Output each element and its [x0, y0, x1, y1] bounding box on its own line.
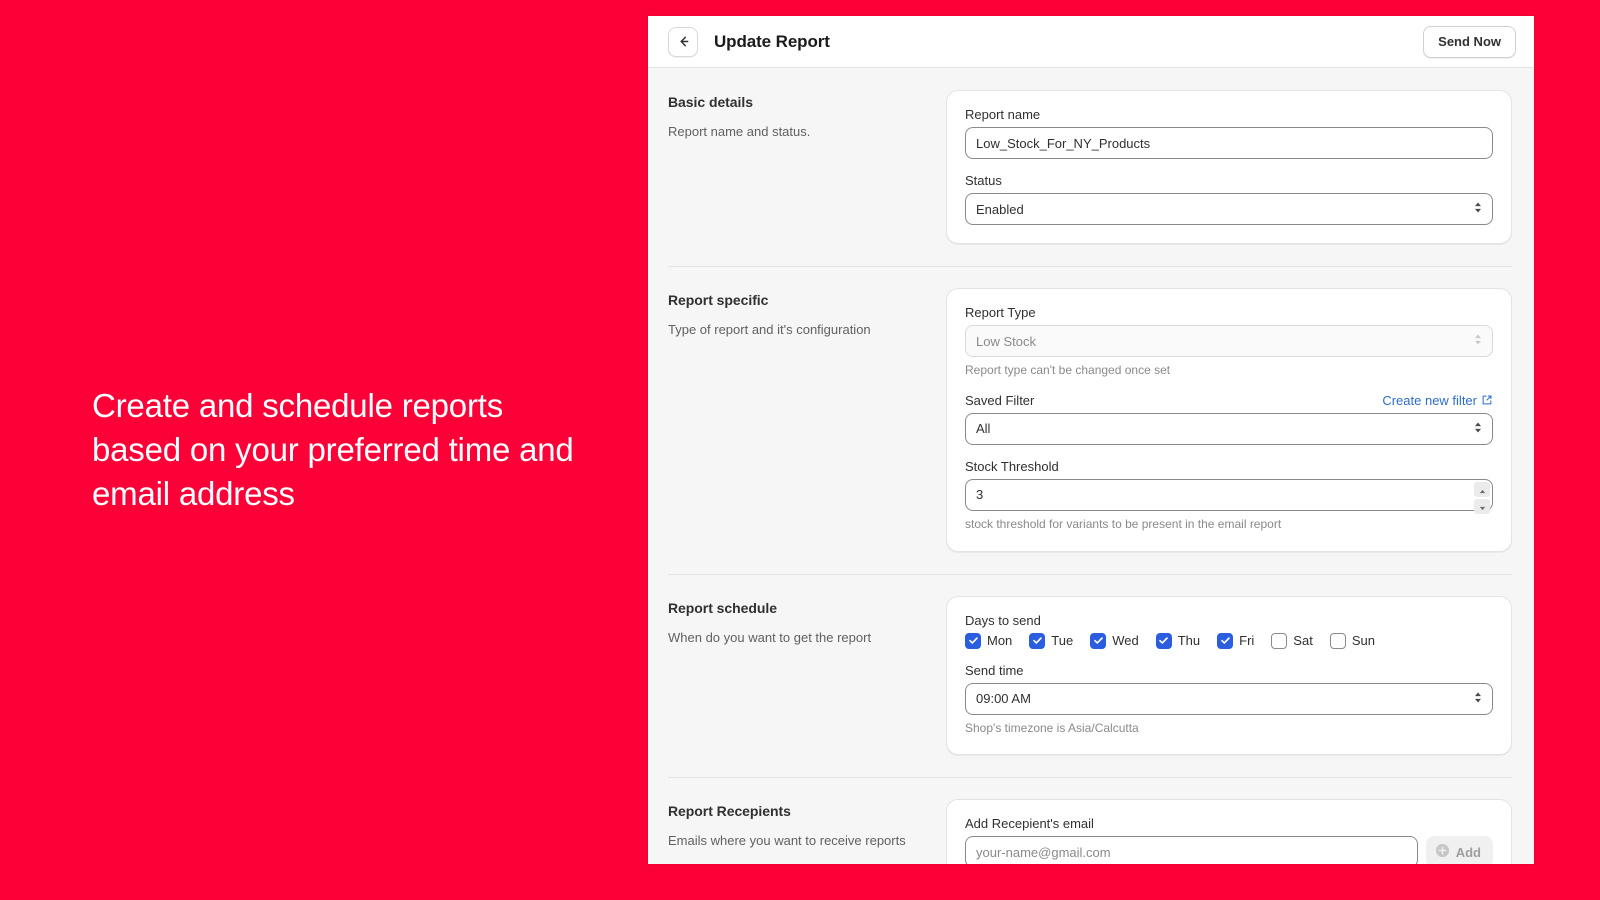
- day-checkbox-sat[interactable]: Sat: [1271, 633, 1313, 649]
- section-report-schedule: Report schedule When do you want to get …: [648, 574, 1534, 778]
- report-name-label: Report name: [965, 107, 1493, 122]
- section-report-specific-card: Report Type Low Stock Report type can't …: [946, 288, 1512, 552]
- caret-up-icon: [1479, 482, 1486, 497]
- recipient-email-row: Add: [965, 836, 1493, 864]
- field-recipient-email: Add Recepient's email Add: [965, 816, 1493, 864]
- app-topbar: Update Report Send Now: [648, 16, 1534, 68]
- arrow-left-icon: [676, 34, 691, 49]
- status-select[interactable]: Enabled: [965, 193, 1493, 225]
- day-label: Thu: [1178, 633, 1200, 648]
- section-report-schedule-card: Days to send Mon Tue: [946, 596, 1512, 756]
- external-link-icon: [1481, 394, 1493, 406]
- report-type-select-value: Low Stock: [976, 334, 1464, 349]
- day-checkbox-wed[interactable]: Wed: [1090, 633, 1139, 649]
- field-report-type: Report Type Low Stock Report type can't …: [965, 305, 1493, 379]
- add-recipient-button[interactable]: Add: [1426, 836, 1493, 864]
- day-label: Fri: [1239, 633, 1254, 648]
- field-report-name: Report name: [965, 107, 1493, 159]
- days-to-send-label: Days to send: [965, 613, 1493, 628]
- checkbox-box: [965, 633, 981, 649]
- day-checkbox-fri[interactable]: Fri: [1217, 633, 1254, 649]
- section-report-specific: Report specific Type of report and it's …: [648, 266, 1534, 574]
- checkbox-box: [1271, 633, 1287, 649]
- section-basic-details: Basic details Report name and status. Re…: [648, 68, 1534, 266]
- send-time-select-value: 09:00 AM: [976, 691, 1464, 706]
- send-time-label: Send time: [965, 663, 1493, 678]
- promo-headline: Create and schedule reports based on you…: [0, 384, 660, 516]
- stepper-increment-button[interactable]: [1474, 482, 1490, 497]
- section-report-recipients-card: Add Recepient's email Add: [946, 799, 1512, 864]
- report-name-input[interactable]: [965, 127, 1493, 159]
- day-label: Sun: [1352, 633, 1375, 648]
- section-description: Emails where you want to receive reports: [668, 832, 946, 851]
- checkbox-box: [1090, 633, 1106, 649]
- day-label: Wed: [1112, 633, 1139, 648]
- field-days-to-send: Days to send Mon Tue: [965, 613, 1493, 649]
- section-report-recipients-header: Report Recepients Emails where you want …: [668, 799, 946, 851]
- chevron-updown-icon: [1473, 333, 1483, 350]
- chevron-updown-icon: [1473, 201, 1483, 218]
- back-button[interactable]: [668, 27, 698, 57]
- caret-down-icon: [1479, 499, 1486, 514]
- section-basic-details-header: Basic details Report name and status.: [668, 90, 946, 142]
- stock-threshold-helper: stock threshold for variants to be prese…: [965, 516, 1493, 533]
- status-select-value: Enabled: [976, 202, 1464, 217]
- saved-filter-label: Saved Filter: [965, 393, 1034, 408]
- create-new-filter-label: Create new filter: [1382, 393, 1477, 408]
- section-title: Report Recepients: [668, 803, 946, 819]
- saved-filter-label-row: Saved Filter Create new filter: [965, 393, 1493, 408]
- send-now-button[interactable]: Send Now: [1423, 26, 1516, 58]
- section-description: Type of report and it's configuration: [668, 321, 946, 340]
- day-label: Sat: [1293, 633, 1313, 648]
- recipient-email-label: Add Recepient's email: [965, 816, 1493, 831]
- section-description: When do you want to get the report: [668, 629, 946, 648]
- report-type-select: Low Stock: [965, 325, 1493, 357]
- stock-threshold-wrapper: [965, 479, 1493, 511]
- section-title: Basic details: [668, 94, 946, 110]
- checkbox-box: [1330, 633, 1346, 649]
- section-description: Report name and status.: [668, 123, 946, 142]
- report-type-helper: Report type can't be changed once set: [965, 362, 1493, 379]
- stock-threshold-stepper: [1472, 480, 1492, 510]
- report-type-label: Report Type: [965, 305, 1493, 320]
- timezone-helper: Shop's timezone is Asia/Calcutta: [965, 720, 1493, 737]
- days-to-send-row: Mon Tue Wed: [965, 633, 1493, 649]
- recipient-email-input[interactable]: [965, 836, 1418, 864]
- section-report-specific-header: Report specific Type of report and it's …: [668, 288, 946, 340]
- create-new-filter-link[interactable]: Create new filter: [1382, 393, 1493, 408]
- field-stock-threshold: Stock Threshold: [965, 459, 1493, 533]
- section-title: Report schedule: [668, 600, 946, 616]
- field-saved-filter: Saved Filter Create new filter: [965, 393, 1493, 445]
- page-title: Update Report: [714, 32, 830, 52]
- checkbox-box: [1156, 633, 1172, 649]
- checkbox-box: [1029, 633, 1045, 649]
- saved-filter-select[interactable]: All: [965, 413, 1493, 445]
- app-window: Update Report Send Now Basic details Rep…: [648, 16, 1534, 864]
- stepper-decrement-button[interactable]: [1474, 499, 1490, 514]
- promo-panel: Create and schedule reports based on you…: [0, 0, 660, 900]
- plus-circle-icon: [1435, 843, 1450, 861]
- stock-threshold-label: Stock Threshold: [965, 459, 1493, 474]
- section-basic-details-card: Report name Status Enabled: [946, 90, 1512, 244]
- field-status: Status Enabled: [965, 173, 1493, 225]
- checkbox-box: [1217, 633, 1233, 649]
- day-label: Tue: [1051, 633, 1073, 648]
- chevron-updown-icon: [1473, 690, 1483, 707]
- stock-threshold-input[interactable]: [965, 479, 1493, 511]
- settings-content: Basic details Report name and status. Re…: [648, 68, 1534, 864]
- day-label: Mon: [987, 633, 1012, 648]
- add-recipient-label: Add: [1456, 845, 1481, 860]
- send-time-select[interactable]: 09:00 AM: [965, 683, 1493, 715]
- chevron-updown-icon: [1473, 420, 1483, 437]
- status-label: Status: [965, 173, 1493, 188]
- section-title: Report specific: [668, 292, 946, 308]
- section-report-schedule-header: Report schedule When do you want to get …: [668, 596, 946, 648]
- day-checkbox-sun[interactable]: Sun: [1330, 633, 1375, 649]
- field-send-time: Send time 09:00 AM Shop's timezone is As…: [965, 663, 1493, 737]
- day-checkbox-thu[interactable]: Thu: [1156, 633, 1200, 649]
- saved-filter-select-value: All: [976, 421, 1464, 436]
- day-checkbox-mon[interactable]: Mon: [965, 633, 1012, 649]
- day-checkbox-tue[interactable]: Tue: [1029, 633, 1073, 649]
- section-report-recipients: Report Recepients Emails where you want …: [648, 777, 1534, 864]
